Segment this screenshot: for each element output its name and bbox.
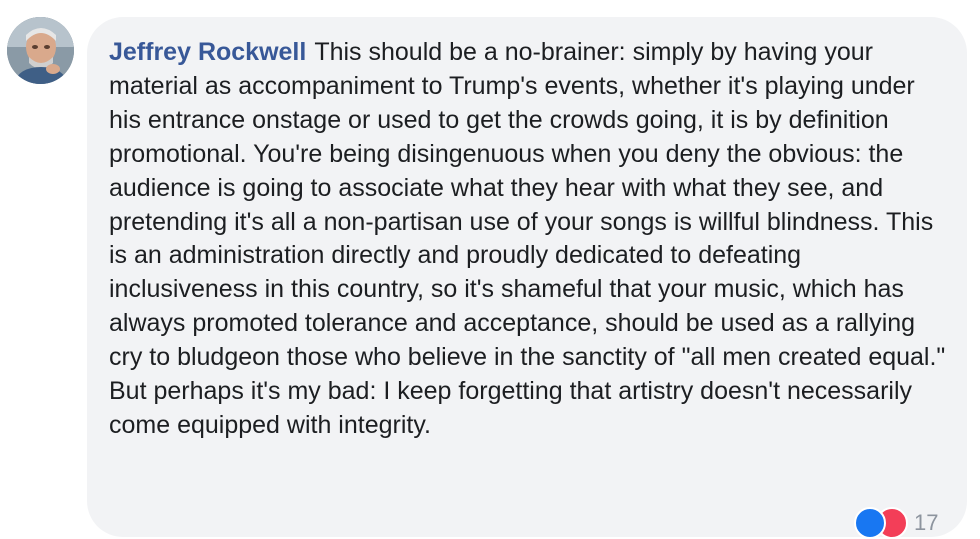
comment-body: Jeffrey Rockwell This should be a no-brai… — [109, 36, 953, 443]
avatar[interactable] — [7, 17, 74, 84]
like-icon — [854, 507, 886, 539]
comment-text: This should be a no-brainer: simply by h… — [109, 38, 946, 439]
comment-author-link[interactable]: Jeffrey Rockwell — [109, 38, 306, 66]
reactions-summary[interactable]: 17 — [854, 507, 939, 539]
comment-bubble: Jeffrey Rockwell This should be a no-brai… — [87, 17, 967, 537]
comment: Jeffrey Rockwell This should be a no-brai… — [0, 0, 980, 539]
avatar-photo — [7, 17, 74, 84]
reaction-count: 17 — [914, 510, 939, 535]
